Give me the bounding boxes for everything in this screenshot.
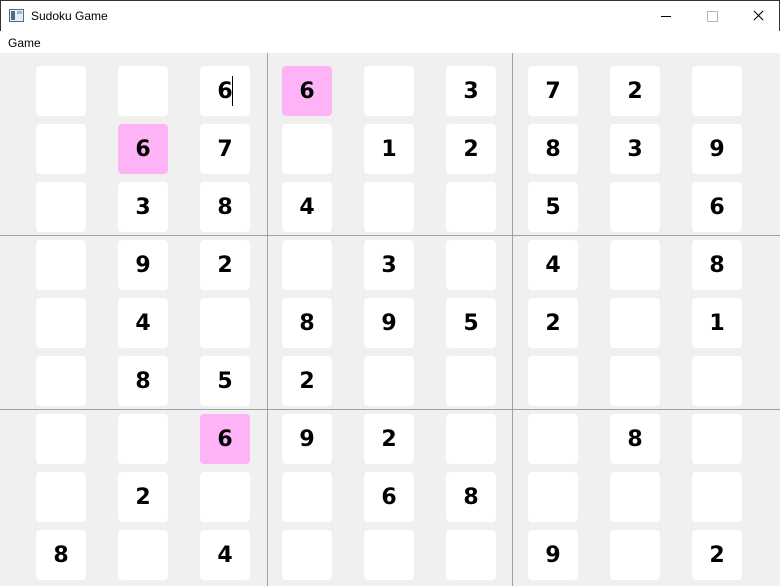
- sudoku-cell-r3c7[interactable]: 5: [528, 182, 578, 232]
- sudoku-cell-r1c6[interactable]: 3: [446, 66, 496, 116]
- sudoku-cell-r1c3[interactable]: 6: [200, 66, 250, 116]
- sudoku-cell-r2c9[interactable]: 9: [692, 124, 742, 174]
- sudoku-cell-r7c3[interactable]: 6: [200, 414, 250, 464]
- sudoku-cell-r7c1[interactable]: [36, 414, 86, 464]
- sudoku-cell-r2c4[interactable]: [282, 124, 332, 174]
- sudoku-cell-r6c7[interactable]: [528, 356, 578, 406]
- sudoku-cell-r7c7[interactable]: [528, 414, 578, 464]
- sudoku-cell-r4c2[interactable]: 9: [118, 240, 168, 290]
- sudoku-cell-r3c2[interactable]: 3: [118, 182, 168, 232]
- sudoku-cell-r5c6[interactable]: 5: [446, 298, 496, 348]
- sudoku-cell-r3c1[interactable]: [36, 182, 86, 232]
- sudoku-cell-r9c5[interactable]: [364, 530, 414, 580]
- sudoku-cell-r1c5[interactable]: [364, 66, 414, 116]
- sudoku-cell-r1c2[interactable]: [118, 66, 168, 116]
- sudoku-cell-r6c8[interactable]: [610, 356, 660, 406]
- sudoku-cell-r7c5[interactable]: 2: [364, 414, 414, 464]
- sudoku-cell-r9c8[interactable]: [610, 530, 660, 580]
- block-divider: [0, 409, 780, 410]
- sudoku-cell-r1c9[interactable]: [692, 66, 742, 116]
- sudoku-cell-r4c1[interactable]: [36, 240, 86, 290]
- sudoku-cell-r8c9[interactable]: [692, 472, 742, 522]
- sudoku-cell-r3c9[interactable]: 6: [692, 182, 742, 232]
- sudoku-cell-r8c2[interactable]: 2: [118, 472, 168, 522]
- sudoku-cell-r9c3[interactable]: 4: [200, 530, 250, 580]
- sudoku-cell-r9c7[interactable]: 9: [528, 530, 578, 580]
- sudoku-cell-r3c3[interactable]: 8: [200, 182, 250, 232]
- sudoku-cell-r1c1[interactable]: [36, 66, 86, 116]
- sudoku-cell-r9c1[interactable]: 8: [36, 530, 86, 580]
- sudoku-cell-r1c7[interactable]: 7: [528, 66, 578, 116]
- sudoku-cell-r8c6[interactable]: 8: [446, 472, 496, 522]
- sudoku-cell-r2c6[interactable]: 2: [446, 124, 496, 174]
- sudoku-cell-r6c4[interactable]: 2: [282, 356, 332, 406]
- sudoku-cell-r9c6[interactable]: [446, 530, 496, 580]
- sudoku-cell-r6c1[interactable]: [36, 356, 86, 406]
- sudoku-cell-r9c9[interactable]: 2: [692, 530, 742, 580]
- sudoku-board: 6637267128393845692348489521852692826884…: [0, 53, 780, 586]
- sudoku-cell-r4c4[interactable]: [282, 240, 332, 290]
- text-caret: [232, 76, 233, 106]
- minimize-button[interactable]: [643, 1, 689, 31]
- sudoku-cell-r7c2[interactable]: [118, 414, 168, 464]
- sudoku-cell-r7c4[interactable]: 9: [282, 414, 332, 464]
- sudoku-cell-r1c8[interactable]: 2: [610, 66, 660, 116]
- sudoku-cell-r4c9[interactable]: 8: [692, 240, 742, 290]
- sudoku-cell-r3c4[interactable]: 4: [282, 182, 332, 232]
- menu-bar: Game: [0, 31, 780, 53]
- app-window-icon: [9, 9, 24, 22]
- sudoku-cell-r8c8[interactable]: [610, 472, 660, 522]
- sudoku-cell-r4c5[interactable]: 3: [364, 240, 414, 290]
- sudoku-cell-r5c3[interactable]: [200, 298, 250, 348]
- sudoku-cell-r1c4[interactable]: 6: [282, 66, 332, 116]
- sudoku-cell-r6c6[interactable]: [446, 356, 496, 406]
- sudoku-cell-r3c5[interactable]: [364, 182, 414, 232]
- block-divider: [267, 53, 268, 586]
- sudoku-cell-r8c1[interactable]: [36, 472, 86, 522]
- sudoku-cell-r4c6[interactable]: [446, 240, 496, 290]
- sudoku-cell-r6c3[interactable]: 5: [200, 356, 250, 406]
- sudoku-cell-r5c9[interactable]: 1: [692, 298, 742, 348]
- sudoku-cell-r4c3[interactable]: 2: [200, 240, 250, 290]
- sudoku-cell-r2c3[interactable]: 7: [200, 124, 250, 174]
- sudoku-cell-r7c6[interactable]: [446, 414, 496, 464]
- menu-item-game[interactable]: Game: [8, 36, 41, 50]
- sudoku-cell-r2c2[interactable]: 6: [118, 124, 168, 174]
- sudoku-cell-r6c5[interactable]: [364, 356, 414, 406]
- close-button[interactable]: [735, 1, 780, 31]
- window-title: Sudoku Game: [31, 9, 108, 23]
- sudoku-cell-r5c2[interactable]: 4: [118, 298, 168, 348]
- sudoku-cell-r2c1[interactable]: [36, 124, 86, 174]
- sudoku-cell-r5c4[interactable]: 8: [282, 298, 332, 348]
- sudoku-cell-r3c8[interactable]: [610, 182, 660, 232]
- maximize-button[interactable]: [689, 1, 735, 31]
- sudoku-cell-r4c8[interactable]: [610, 240, 660, 290]
- sudoku-cell-r5c5[interactable]: 9: [364, 298, 414, 348]
- block-divider: [512, 53, 513, 586]
- sudoku-cell-r6c2[interactable]: 8: [118, 356, 168, 406]
- sudoku-cell-r2c8[interactable]: 3: [610, 124, 660, 174]
- sudoku-cell-r9c4[interactable]: [282, 530, 332, 580]
- sudoku-cell-r8c3[interactable]: [200, 472, 250, 522]
- sudoku-cell-r2c5[interactable]: 1: [364, 124, 414, 174]
- sudoku-cell-r3c6[interactable]: [446, 182, 496, 232]
- sudoku-cell-r2c7[interactable]: 8: [528, 124, 578, 174]
- sudoku-cell-r7c9[interactable]: [692, 414, 742, 464]
- sudoku-cell-r7c8[interactable]: 8: [610, 414, 660, 464]
- sudoku-cell-r5c7[interactable]: 2: [528, 298, 578, 348]
- block-divider: [0, 235, 780, 236]
- sudoku-cell-r8c7[interactable]: [528, 472, 578, 522]
- sudoku-cell-r8c5[interactable]: 6: [364, 472, 414, 522]
- sudoku-cell-r8c4[interactable]: [282, 472, 332, 522]
- sudoku-cell-r5c1[interactable]: [36, 298, 86, 348]
- sudoku-cell-r5c8[interactable]: [610, 298, 660, 348]
- sudoku-cell-r6c9[interactable]: [692, 356, 742, 406]
- title-bar[interactable]: Sudoku Game: [0, 0, 780, 31]
- sudoku-cell-r9c2[interactable]: [118, 530, 168, 580]
- sudoku-cell-r4c7[interactable]: 4: [528, 240, 578, 290]
